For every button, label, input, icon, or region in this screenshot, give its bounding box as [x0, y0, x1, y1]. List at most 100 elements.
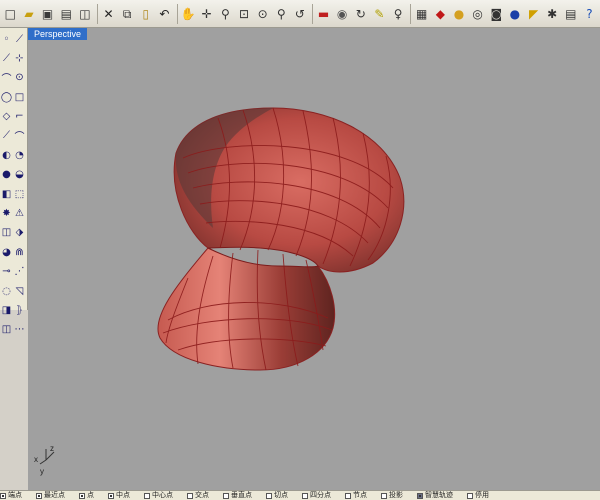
left-tool-icon[interactable]: ◕ — [1, 243, 13, 261]
left-tool-icon[interactable]: ◧ — [1, 185, 13, 203]
left-tool-icon[interactable]: □ — [13, 88, 27, 106]
left-tool-icon[interactable]: ◯ — [1, 88, 13, 106]
osnap-checkbox[interactable] — [108, 492, 114, 499]
left-tool-icon[interactable]: ⟋ — [13, 30, 27, 48]
eye-icon[interactable]: ◉ — [334, 5, 351, 23]
left-toolbar-row: ✸ ⚠ — [1, 205, 27, 223]
left-tool-icon[interactable]: ⬗ — [13, 224, 27, 242]
toolbar-separator — [176, 3, 178, 24]
osnap-checkbox[interactable] — [467, 492, 473, 499]
left-toolbar-row: ⟋ ⊹ — [1, 49, 27, 67]
osnap-checkbox[interactable] — [36, 492, 42, 499]
osnap-checkbox[interactable] — [0, 492, 6, 499]
sphere-icon[interactable]: ● — [507, 5, 524, 23]
layer-icon[interactable]: ✎ — [371, 5, 388, 23]
left-toolbar-row: ◯ □ — [1, 88, 27, 106]
left-tool-icon[interactable]: ◫ — [1, 224, 13, 242]
osnap-checkbox[interactable] — [302, 492, 308, 499]
settings-icon[interactable]: ✱ — [544, 5, 561, 23]
left-toolbar-row: ⊸ ⋰ — [1, 263, 27, 281]
left-tool-icon[interactable]: ◇ — [1, 108, 13, 126]
left-toolbar-row: ⌒ ⊙ — [1, 69, 27, 87]
left-toolbar-row: ◕ ⋒ — [1, 243, 27, 261]
zoom-selected-icon[interactable]: ⚲ — [273, 5, 290, 23]
properties-icon[interactable]: ▦ — [413, 5, 430, 23]
options-icon[interactable]: ▤ — [563, 5, 580, 23]
left-toolbar: ◦ ⟋ ⟋ ⊹ ⌒ ⊙ ◯ □ ◇ ⌐ ⟋ ⌒ ◐ ◔ ● ◒ ◧ ⬚ ✸ ⚠ ◫ ⬗ ◕ ⋒ ⊸ ⋰ ◌ ◹ ◨ ⦄ ◫ ⋯ — [0, 28, 28, 335]
new-file-icon[interactable]: □ — [2, 5, 19, 23]
world-axis-indicator: z x y — [34, 444, 55, 476]
toolbar-separator — [312, 3, 314, 24]
toolbar-separator — [410, 3, 412, 24]
viewport-title-tab[interactable]: Perspective — [28, 28, 88, 40]
left-tool-icon[interactable]: ⋰ — [13, 263, 27, 281]
left-toolbar-row: ◌ ◹ — [1, 282, 27, 300]
left-tool-icon[interactable]: ● — [1, 166, 13, 184]
render-icon[interactable]: ◙ — [488, 5, 505, 23]
osnap-checkbox[interactable] — [79, 492, 85, 499]
left-tool-icon[interactable]: ◨ — [1, 301, 13, 319]
left-tool-icon[interactable]: ⟋ — [1, 49, 13, 67]
left-tool-icon[interactable]: ⬚ — [13, 185, 27, 203]
refresh-icon[interactable]: ↻ — [352, 5, 369, 23]
print-icon[interactable]: ▤ — [58, 5, 75, 23]
left-tool-icon[interactable]: ◫ — [1, 321, 13, 339]
osnap-checkbox[interactable] — [417, 492, 423, 499]
light-bulb-icon[interactable]: ♀ — [390, 5, 407, 23]
rotate-view-icon[interactable]: ✛ — [198, 5, 215, 23]
open-folder-icon[interactable]: ▰ — [21, 5, 38, 23]
left-tool-icon[interactable]: ⊙ — [13, 69, 27, 87]
left-tool-icon[interactable]: ⊹ — [13, 49, 27, 67]
save-icon[interactable]: ▣ — [39, 5, 56, 23]
left-tool-icon[interactable]: ⌒ — [1, 69, 13, 87]
left-tool-icon[interactable]: ◔ — [13, 146, 27, 164]
left-tool-icon[interactable]: ⚠ — [13, 205, 27, 223]
left-tool-icon[interactable]: ◒ — [13, 166, 27, 184]
zoom-extents-icon[interactable]: ⊙ — [254, 5, 271, 23]
zoom-window-icon[interactable]: ⊡ — [236, 5, 253, 23]
left-toolbar-row: ◐ ◔ — [1, 146, 27, 164]
viewport-canvas[interactable]: z x y — [28, 28, 600, 490]
copy-icon[interactable]: ⧉ — [119, 5, 136, 23]
main-toolbar: □ ▰ ▣ ▤ ◫ ✕ ⧉ ▯ ↶ ✋ ✛ ⚲ ⊡ ⊙ ⚲ ↺ ▬ ◉ ↻ ✎ ♀ ▦ ◆ ● ◎ ◙ ● ◤ ✱ ▤? — [0, 0, 600, 28]
undo-view-icon[interactable]: ↺ — [292, 5, 309, 23]
osnap-checkbox[interactable] — [223, 492, 229, 499]
osnap-checkbox[interactable] — [144, 492, 150, 499]
osnap-checkbox[interactable] — [345, 492, 351, 499]
left-tool-icon[interactable]: ◦ — [1, 30, 13, 48]
left-tool-icon[interactable]: ◹ — [13, 282, 27, 300]
axis-x-label: x — [34, 455, 38, 464]
shade-icon[interactable]: ◎ — [469, 5, 486, 23]
left-tool-icon[interactable]: ⌒ — [13, 127, 27, 145]
left-tool-icon[interactable]: ⦄ — [13, 301, 27, 319]
left-toolbar-row: ◧ ⬚ — [1, 185, 27, 203]
zoom-icon[interactable]: ⚲ — [217, 5, 234, 23]
axis-z-label: z — [50, 444, 54, 453]
perspective-viewport[interactable]: z x y Perspective — [28, 28, 600, 490]
osnap-checkbox[interactable] — [266, 492, 272, 499]
undo-icon[interactable]: ↶ — [156, 5, 173, 23]
osnap-checkbox[interactable] — [381, 492, 387, 499]
left-tool-icon[interactable]: ◐ — [1, 146, 13, 164]
osnap-checkbox[interactable] — [187, 492, 193, 499]
left-tool-icon[interactable]: ⋯ — [13, 321, 27, 339]
left-toolbar-row: ◇ ⌐ — [1, 108, 27, 126]
pan-icon[interactable]: ✋ — [180, 5, 197, 23]
paste-icon[interactable]: ▯ — [137, 5, 154, 23]
toolbar-separator — [97, 3, 99, 24]
left-toolbar-row: ◨ ⦄ — [1, 301, 27, 319]
left-tool-icon[interactable]: ⊸ — [1, 263, 13, 281]
color-wheel-icon[interactable]: ● — [451, 5, 468, 23]
import-icon[interactable]: ◫ — [77, 5, 94, 23]
left-tool-icon[interactable]: ⋒ — [13, 243, 27, 261]
left-tool-icon[interactable]: ◌ — [1, 282, 13, 300]
left-tool-icon[interactable]: ⌐ — [13, 108, 27, 126]
left-toolbar-row: ◦ ⟋ — [1, 30, 27, 48]
car-icon[interactable]: ▬ — [315, 5, 332, 23]
left-tool-icon[interactable]: ⟋ — [1, 127, 13, 145]
flag-icon[interactable]: ◤ — [525, 5, 542, 23]
color-icon[interactable]: ◆ — [432, 5, 449, 23]
left-tool-icon[interactable]: ✸ — [1, 205, 13, 223]
cut-icon[interactable]: ✕ — [100, 5, 117, 23]
help-icon[interactable]: ? — [581, 5, 598, 23]
